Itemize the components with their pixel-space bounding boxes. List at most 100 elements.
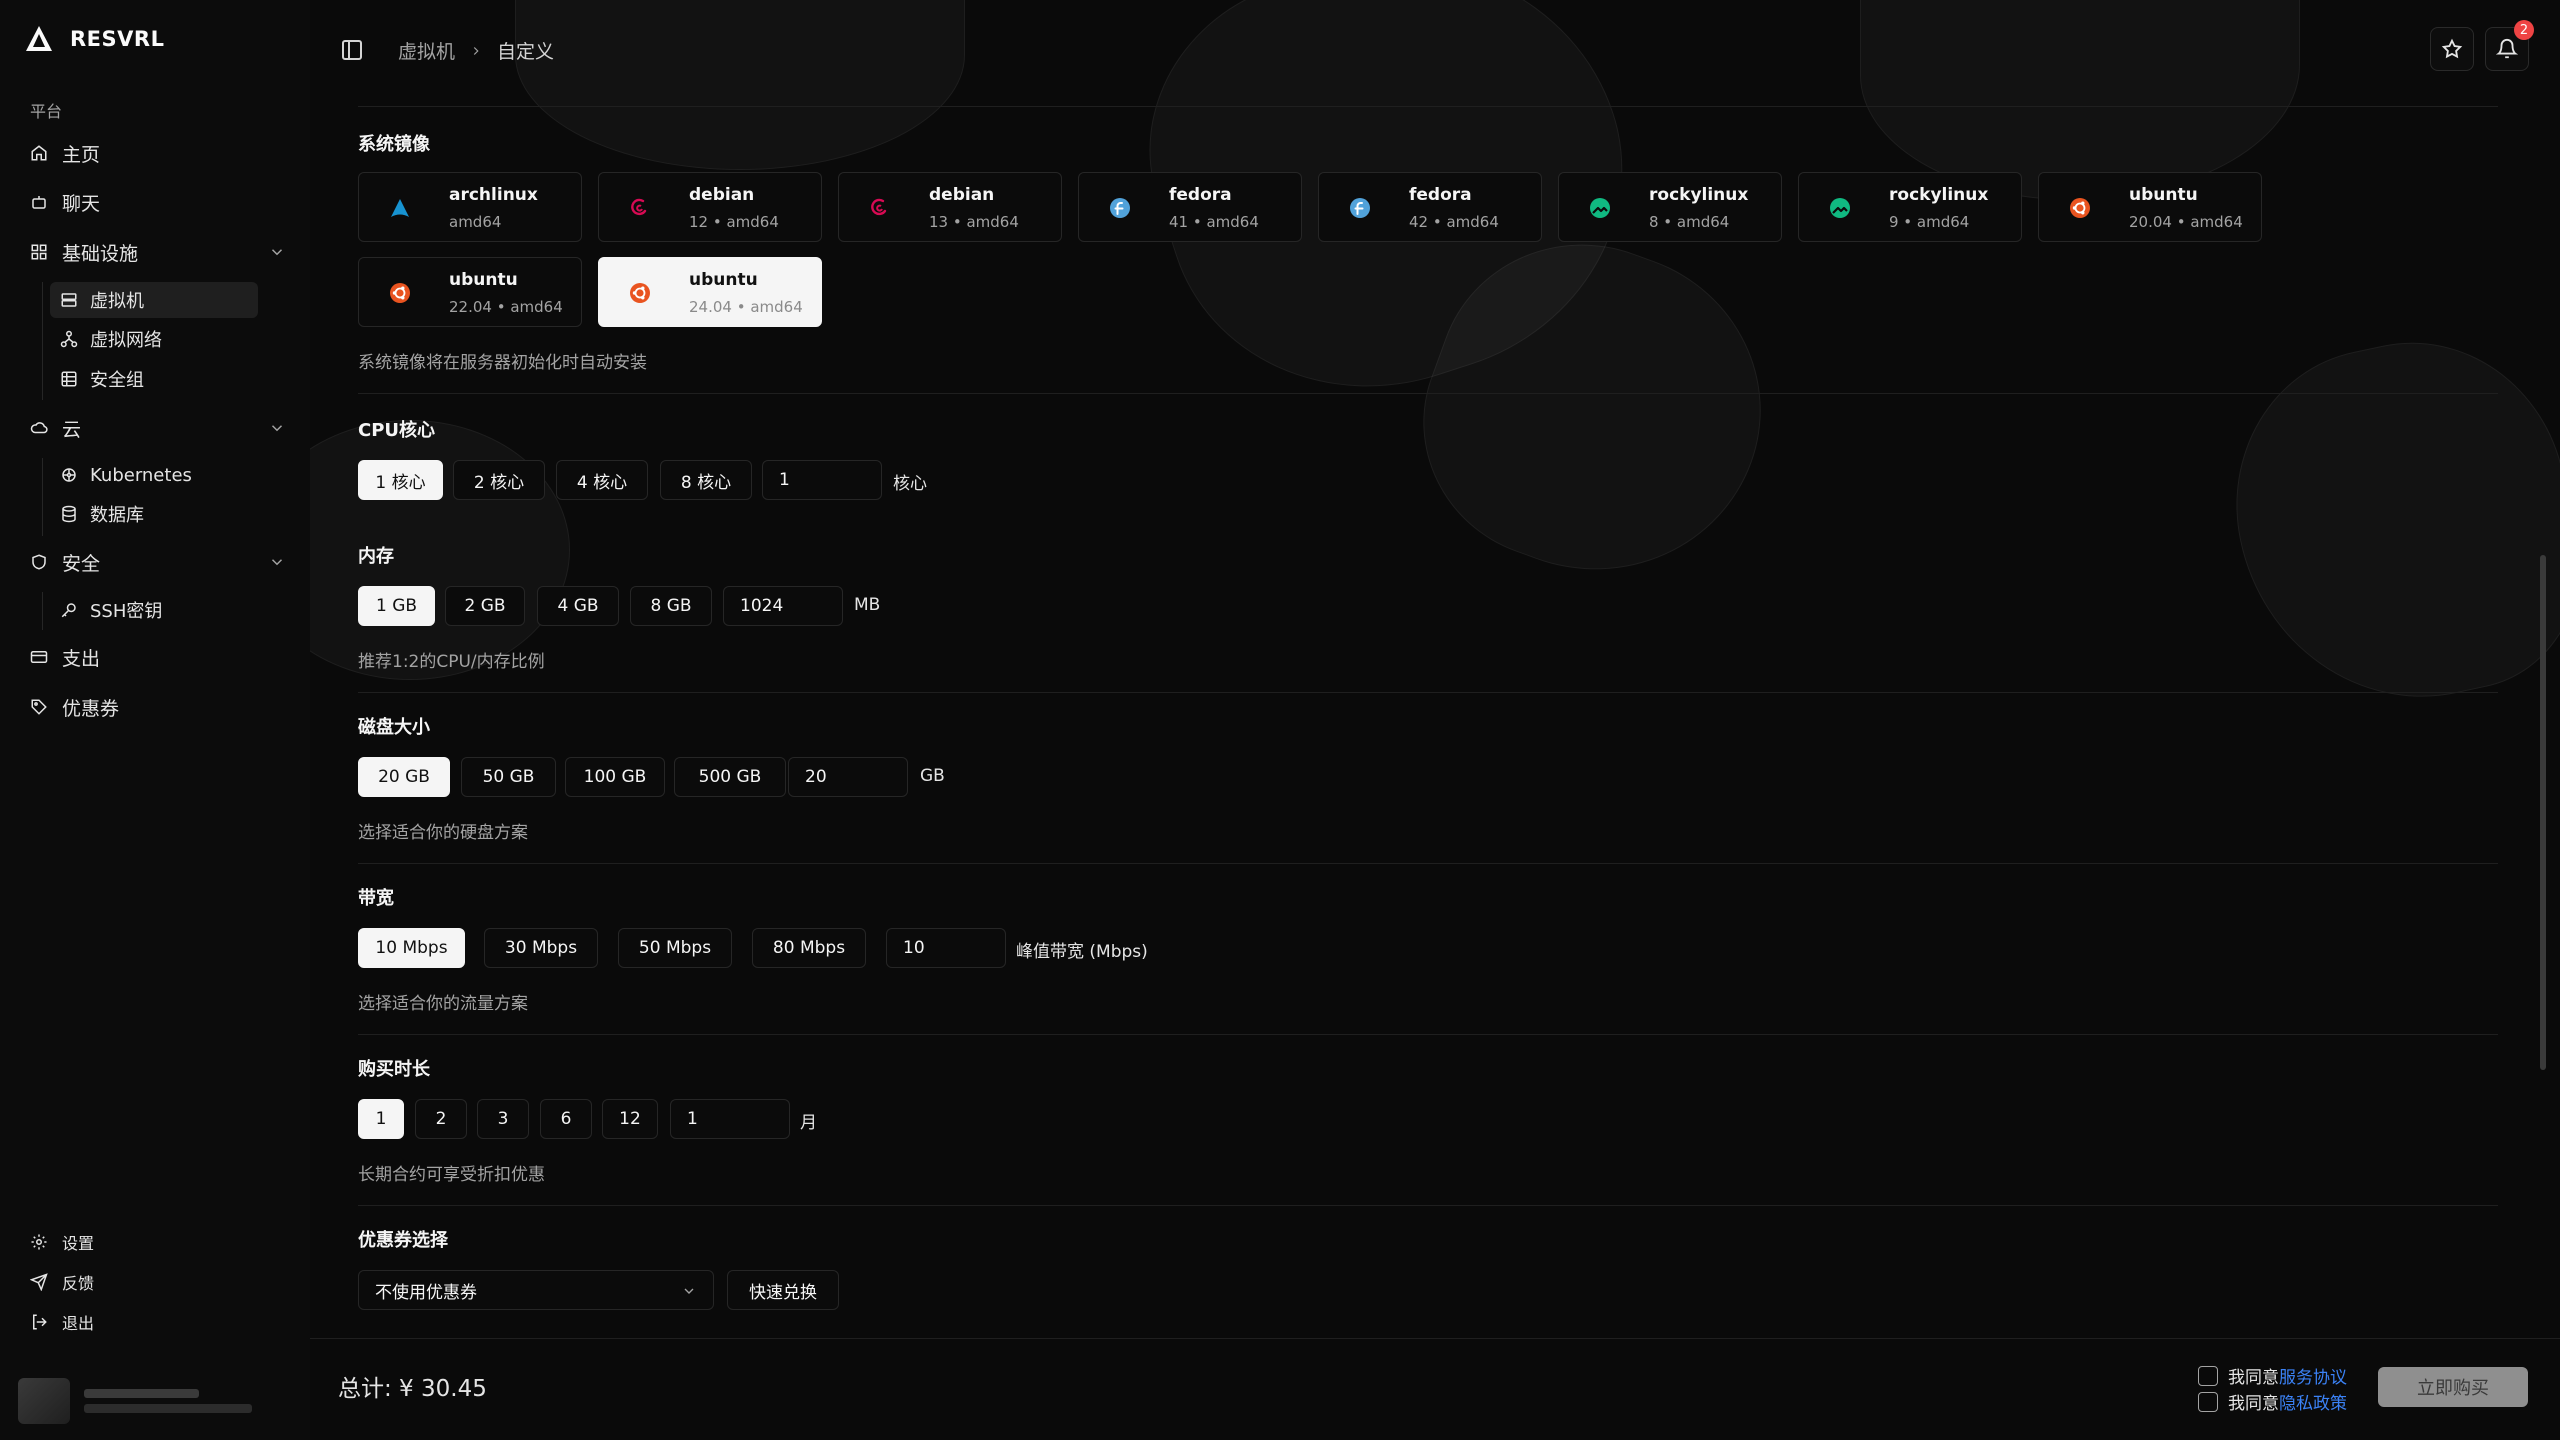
notification-badge: 2 <box>2514 20 2534 40</box>
gear-icon <box>30 1233 48 1251</box>
sidebar-item-feedback[interactable]: 反馈 <box>30 1267 94 1297</box>
logout-icon <box>30 1313 48 1331</box>
submenu-line <box>42 592 43 630</box>
cpu-option-4[interactable]: 4 核心 <box>556 460 648 500</box>
disk-option-500gb[interactable]: 500 GB <box>674 757 786 797</box>
duration-option-3[interactable]: 3 <box>477 1099 529 1139</box>
bandwidth-option-80[interactable]: 80 Mbps <box>752 928 866 968</box>
sidebar-item-infra[interactable]: 基础设施 <box>30 232 286 272</box>
os-image-card[interactable]: ubuntu 22.04 • amd64 <box>358 257 582 327</box>
breadcrumb-current: 自定义 <box>497 41 555 63</box>
cpu-option-1[interactable]: 1 核心 <box>358 460 443 500</box>
duration-option-12[interactable]: 12 <box>602 1099 658 1139</box>
brand[interactable]: RESVRL <box>24 24 164 54</box>
breadcrumb: 虚拟机 自定义 <box>398 37 554 64</box>
sidebar-item-label: 设置 <box>62 1234 95 1253</box>
coupon-select-value: 不使用优惠券 <box>375 1282 477 1303</box>
memory-option-8gb[interactable]: 8 GB <box>630 586 712 626</box>
coupon-redeem-button[interactable]: 快速兑换 <box>727 1270 839 1310</box>
cloud-icon <box>30 419 48 437</box>
sidebar-item-kubernetes[interactable]: Kubernetes <box>50 457 258 493</box>
chevron-down-icon <box>684 1288 694 1294</box>
cpu-option-8[interactable]: 8 核心 <box>660 460 752 500</box>
sidebar-item-home[interactable]: 主页 <box>30 133 286 173</box>
privacy-checkbox[interactable] <box>2198 1391 2218 1412</box>
divider <box>358 106 2498 107</box>
scrollbar[interactable] <box>2540 555 2546 1070</box>
breadcrumb-vm[interactable]: 虚拟机 <box>398 37 455 64</box>
buy-now-button[interactable]: 立即购买 <box>2378 1367 2528 1407</box>
sidebar-item-coupons[interactable]: 优惠券 <box>30 687 286 727</box>
privacy-link[interactable]: 隐私政策 <box>2279 1389 2347 1414</box>
os-image-version: 24.04 • amd64 <box>689 298 803 316</box>
disk-option-50gb[interactable]: 50 GB <box>461 757 556 797</box>
brand-name: RESVRL <box>70 27 165 51</box>
bandwidth-custom-input[interactable] <box>886 928 1006 968</box>
coupon-select[interactable]: 不使用优惠券 <box>358 1270 714 1310</box>
memory-option-1gb[interactable]: 1 GB <box>358 586 435 626</box>
os-section-title: 系统镜像 <box>358 134 430 155</box>
sidebar-item-security[interactable]: 安全 <box>30 542 286 582</box>
sidebar-item-ssh[interactable]: SSH密钥 <box>50 592 258 628</box>
memory-option-4gb[interactable]: 4 GB <box>537 586 619 626</box>
privacy-agree[interactable]: 我同意 隐私政策 <box>2198 1389 2347 1414</box>
bandwidth-option-50[interactable]: 50 Mbps <box>618 928 732 968</box>
chevron-down-icon <box>271 249 283 256</box>
agree-label: 我同意 <box>2228 1368 2279 1388</box>
bandwidth-option-30[interactable]: 30 Mbps <box>484 928 598 968</box>
submenu-line <box>42 282 43 400</box>
sidebar-item-logout[interactable]: 退出 <box>30 1307 94 1337</box>
bandwidth-option-10[interactable]: 10 Mbps <box>358 928 465 968</box>
duration-option-1[interactable]: 1 <box>358 1099 404 1139</box>
tos-link[interactable]: 服务协议 <box>2279 1363 2347 1388</box>
sidebar-item-chat[interactable]: 聊天 <box>30 182 286 222</box>
os-image-card[interactable]: debian 13 • amd64 <box>838 172 1062 242</box>
sidebar-toggle-icon[interactable] <box>340 38 364 62</box>
sidebar-item-billing[interactable]: 支出 <box>30 637 286 677</box>
sidebar-item-database[interactable]: 数据库 <box>50 496 258 532</box>
bot-icon <box>30 193 48 211</box>
divider <box>358 1034 2498 1035</box>
os-image-card[interactable]: ubuntu 24.04 • amd64 <box>598 257 822 327</box>
home-icon <box>30 144 48 162</box>
archlinux-icon <box>389 197 411 219</box>
disk-option-100gb[interactable]: 100 GB <box>565 757 665 797</box>
notifications-button[interactable]: 2 <box>2485 20 2534 71</box>
disk-custom-input[interactable] <box>788 757 908 797</box>
bandwidth-unit: 峰值带宽 (Mbps) <box>1016 942 1148 962</box>
ubuntu-icon <box>629 282 651 304</box>
sidebar-item-label: 主页 <box>62 143 101 166</box>
os-image-card[interactable]: ubuntu 20.04 • amd64 <box>2038 172 2262 242</box>
cpu-option-2[interactable]: 2 核心 <box>453 460 545 500</box>
sidebar-item-settings[interactable]: 设置 <box>30 1227 94 1257</box>
os-image-card[interactable]: fedora 42 • amd64 <box>1318 172 1542 242</box>
favorite-button[interactable] <box>2430 27 2474 71</box>
os-image-version: 8 • amd64 <box>1649 213 1730 231</box>
tos-agree[interactable]: 我同意 服务协议 <box>2198 1363 2347 1388</box>
duration-option-6[interactable]: 6 <box>540 1099 592 1139</box>
sidebar-item-secgroup[interactable]: 安全组 <box>50 361 258 397</box>
os-image-card[interactable]: rockylinux 8 • amd64 <box>1558 172 1782 242</box>
cpu-section-title: CPU核心 <box>358 420 436 441</box>
total-price: 总计: ¥ 30.45 <box>338 1376 487 1402</box>
avatar <box>18 1378 70 1424</box>
disk-hint: 选择适合你的硬盘方案 <box>358 823 528 843</box>
duration-custom-input[interactable] <box>670 1099 790 1139</box>
cpu-custom-input[interactable] <box>762 460 882 500</box>
os-image-card[interactable]: fedora 41 • amd64 <box>1078 172 1302 242</box>
sidebar-item-vm[interactable]: 虚拟机 <box>50 282 258 318</box>
tos-checkbox[interactable] <box>2198 1365 2218 1386</box>
os-image-card[interactable]: debian 12 • amd64 <box>598 172 822 242</box>
memory-option-2gb[interactable]: 2 GB <box>445 586 525 626</box>
debian-icon <box>869 197 891 219</box>
sidebar-item-vnet[interactable]: 虚拟网络 <box>50 321 258 357</box>
user-menu[interactable] <box>18 1378 252 1424</box>
os-image-card[interactable]: rockylinux 9 • amd64 <box>1798 172 2022 242</box>
disk-option-20gb[interactable]: 20 GB <box>358 757 450 797</box>
memory-custom-input[interactable] <box>723 586 843 626</box>
grid-icon <box>30 243 48 261</box>
sidebar-item-cloud[interactable]: 云 <box>30 408 286 448</box>
sidebar-item-label: 安全组 <box>90 370 144 391</box>
os-image-card[interactable]: archlinux amd64 <box>358 172 582 242</box>
duration-option-2[interactable]: 2 <box>415 1099 467 1139</box>
